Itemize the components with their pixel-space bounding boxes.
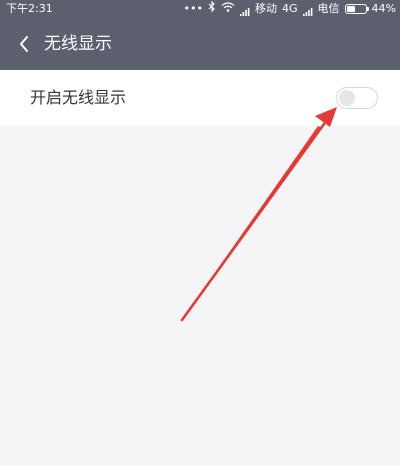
setting-row-wireless-display: 开启无线显示 [0,70,400,126]
back-button[interactable] [10,30,38,58]
title-bar: 无线显示 [0,18,400,70]
signal-icon [302,5,313,16]
notification-dots: ••• [183,2,204,15]
carrier-2: 电信 [317,2,340,15]
battery-tip [366,7,369,11]
battery-icon [344,4,369,14]
carrier-1: 移动 [255,2,278,15]
status-bar: 下午2:31 ••• 移动 4G 电信 44% [0,0,400,18]
battery-level-fill [346,6,355,12]
network-type: 4G [282,2,298,15]
status-indicators: ••• 移动 4G 电信 44% [183,0,396,17]
wifi-icon [221,1,235,17]
status-time: 下午2:31 [6,2,53,15]
battery-percent: 44% [371,2,396,15]
bluetooth-icon [208,0,216,17]
chevron-left-icon [20,36,28,52]
page-title: 无线显示 [44,34,112,54]
toggle-knob [339,90,355,106]
wireless-display-label: 开启无线显示 [30,88,127,107]
wireless-display-toggle[interactable] [336,87,378,109]
signal-icon [240,5,250,16]
